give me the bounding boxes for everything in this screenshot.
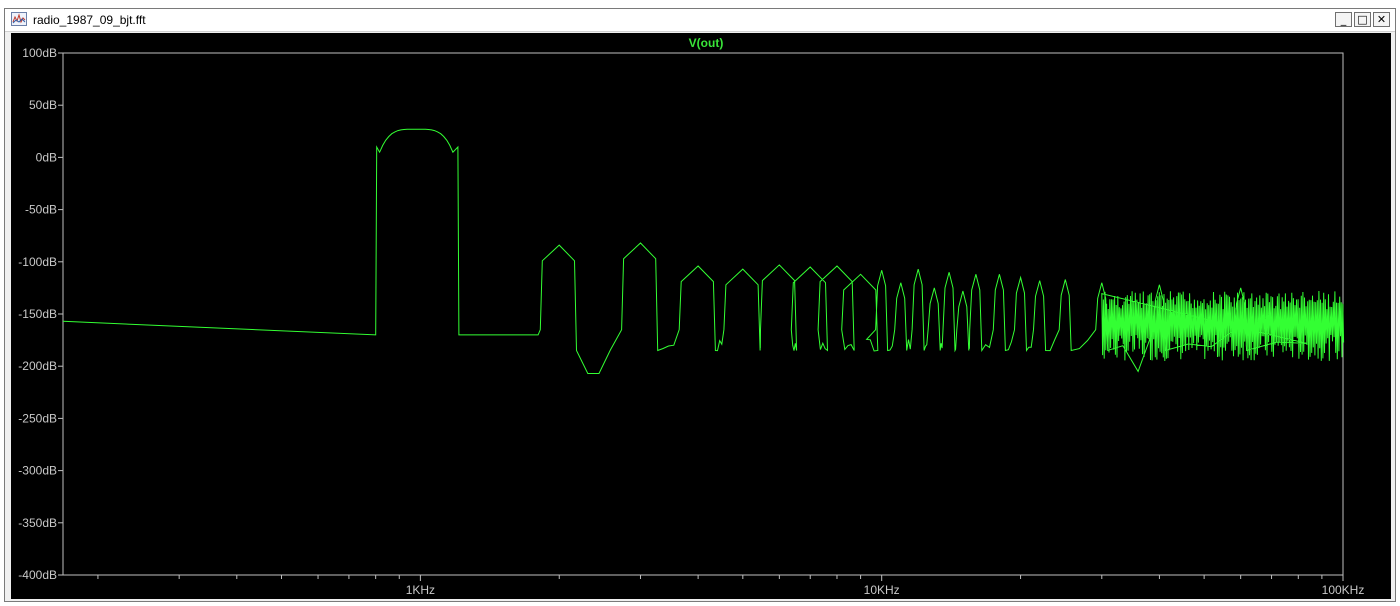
trace-v-out[interactable] (62, 128, 1345, 374)
x-axis: 1KHz 10KHz 100KHz (97, 575, 1365, 597)
title-bar[interactable]: radio_1987_09_bjt.fft _ □ ✕ (5, 9, 1395, 32)
y-tick-label: -350dB (18, 516, 57, 530)
trace-title[interactable]: V(out) (689, 36, 724, 50)
waveform-icon (11, 12, 27, 26)
y-tick-label: -300dB (18, 464, 57, 478)
y-tick-label: 100dB (22, 46, 57, 60)
y-tick-label: -100dB (18, 255, 57, 269)
maximize-button[interactable]: □ (1354, 12, 1371, 27)
y-axis: 100dB 50dB 0dB -50dB -100dB -150dB -200dB -250d… (18, 46, 63, 582)
y-tick-label: -50dB (25, 203, 57, 217)
minimize-button[interactable]: _ (1335, 12, 1352, 27)
y-tick-label: -200dB (18, 359, 57, 373)
x-tick-label: 1KHz (406, 583, 435, 597)
y-tick-label: 0dB (36, 150, 57, 164)
plot-pane[interactable]: V(out) 100dB 50dB 0dB -50dB -100dB -150dB -200… (11, 33, 1391, 599)
window-title: radio_1987_09_bjt.fft (33, 13, 146, 27)
x-tick-label: 100KHz (1322, 583, 1365, 597)
close-button[interactable]: ✕ (1373, 12, 1390, 27)
y-tick-label: -250dB (18, 411, 57, 425)
y-tick-label: -150dB (18, 307, 57, 321)
fft-plot[interactable]: V(out) 100dB 50dB 0dB -50dB -100dB -150dB -200… (11, 33, 1391, 599)
x-tick-label: 10KHz (864, 583, 900, 597)
fft-window: radio_1987_09_bjt.fft _ □ ✕ V(out) 100dB… (4, 8, 1396, 602)
y-tick-label: -400dB (18, 568, 57, 582)
y-tick-label: 50dB (29, 98, 57, 112)
